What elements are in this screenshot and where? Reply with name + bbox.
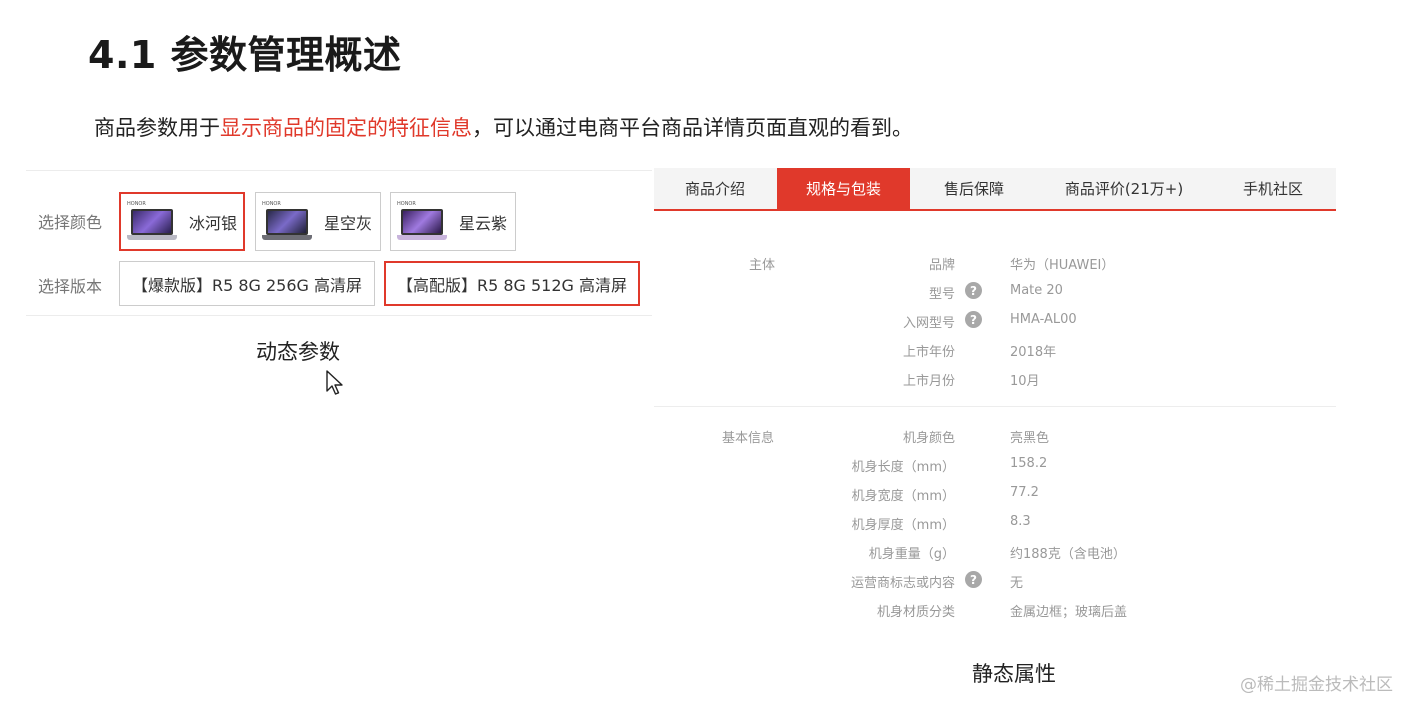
spec-row-key: 机身宽度（mm） xyxy=(851,489,955,504)
spec-row-key: 上市年份 xyxy=(902,345,955,360)
spec-row-key: 机身材质分类 xyxy=(876,605,955,620)
tab-reviews[interactable]: 商品评价(21万+) xyxy=(1038,168,1210,209)
spec-row-value: 2018年 xyxy=(1010,345,1057,360)
intro-text: 商品参数用于显示商品的固定的特征信息，可以通过电商平台商品详情页面直观的看到。 xyxy=(94,112,913,142)
static-params-caption: 静态属性 xyxy=(972,662,1056,686)
color-option-gray[interactable]: HONOR 星空灰 xyxy=(255,192,381,251)
laptop-brand: HONOR xyxy=(397,200,416,207)
spec-group-divider xyxy=(654,406,1336,407)
spec-row-value: 158.2 xyxy=(1010,456,1048,471)
spec-group-label: 主体 xyxy=(749,258,776,273)
spec-row-value: 金属边框；玻璃后盖 xyxy=(1010,605,1128,620)
color-select-label: 选择颜色 xyxy=(38,213,103,232)
dynamic-params-panel: 选择颜色 选择版本 HONOR 冰河银 HONOR 星空灰 HONOR 星云紫 … xyxy=(26,170,652,316)
laptop-icon: HONOR xyxy=(127,201,177,243)
tab-product-intro[interactable]: 商品介绍 xyxy=(654,168,776,209)
color-option-label: 星空灰 xyxy=(324,213,373,233)
spec-row-key: 型号 xyxy=(928,287,955,302)
spec-row-key: 机身长度（mm） xyxy=(851,460,955,475)
help-icon[interactable]: ? xyxy=(965,282,982,299)
spec-row-key: 入网型号 xyxy=(902,316,955,331)
color-option-label: 星云紫 xyxy=(459,213,508,233)
intro-before: 商品参数用于 xyxy=(94,116,220,140)
spec-row-key: 机身重量（g） xyxy=(868,547,955,562)
color-option-label: 冰河银 xyxy=(189,213,238,233)
static-params-panel: 商品介绍 规格与包装 售后保障 商品评价(21万+) 手机社区 主体 品牌 华为… xyxy=(654,168,1336,620)
tab-spec-packaging[interactable]: 规格与包装 xyxy=(777,168,910,209)
laptop-icon: HONOR xyxy=(397,201,447,243)
dynamic-params-caption: 动态参数 xyxy=(256,340,340,364)
color-option-silver[interactable]: HONOR 冰河银 xyxy=(119,192,245,251)
spec-row-value: 10月 xyxy=(1010,374,1040,389)
mouse-cursor-icon xyxy=(326,370,343,395)
spec-group-label: 基本信息 xyxy=(722,431,775,446)
help-icon[interactable]: ? xyxy=(965,311,982,328)
laptop-icon: HONOR xyxy=(262,201,312,243)
watermark: @稀土掘金技术社区 xyxy=(1240,675,1393,695)
spec-row-value: 8.3 xyxy=(1010,514,1031,529)
spec-row-key: 机身厚度（mm） xyxy=(851,518,955,533)
section-title: 4.1 参数管理概述 xyxy=(88,33,402,77)
spec-row-value: HMA-AL00 xyxy=(1010,312,1077,327)
spec-row-value: Mate 20 xyxy=(1010,283,1063,298)
version-option-high[interactable]: 【高配版】R5 8G 512G 高清屏 xyxy=(384,261,640,306)
help-icon[interactable]: ? xyxy=(965,571,982,588)
intro-highlight: 显示商品的固定的特征信息 xyxy=(220,116,472,140)
spec-row-key: 运营商标志或内容 xyxy=(850,576,955,591)
color-option-purple[interactable]: HONOR 星云紫 xyxy=(390,192,516,251)
spec-row-key: 机身颜色 xyxy=(902,431,955,446)
spec-row-key: 上市月份 xyxy=(902,374,955,389)
spec-row-value: 无 xyxy=(1010,576,1024,591)
spec-row-value: 约188克（含电池） xyxy=(1010,547,1126,562)
laptop-brand: HONOR xyxy=(127,200,146,207)
spec-row-value: 华为（HUAWEI） xyxy=(1010,258,1115,273)
intro-after: ，可以通过电商平台商品详情页面直观的看到。 xyxy=(472,116,913,140)
spec-row-value: 亮黑色 xyxy=(1010,431,1050,446)
tab-community[interactable]: 手机社区 xyxy=(1210,168,1336,209)
spec-row-key: 品牌 xyxy=(928,258,955,273)
laptop-brand: HONOR xyxy=(262,200,281,207)
version-option-popular[interactable]: 【爆款版】R5 8G 256G 高清屏 xyxy=(119,261,375,306)
tab-after-sales[interactable]: 售后保障 xyxy=(910,168,1038,209)
spec-tab-bar: 商品介绍 规格与包装 售后保障 商品评价(21万+) 手机社区 xyxy=(654,168,1336,211)
spec-row-value: 77.2 xyxy=(1010,485,1039,500)
version-select-label: 选择版本 xyxy=(38,277,103,296)
